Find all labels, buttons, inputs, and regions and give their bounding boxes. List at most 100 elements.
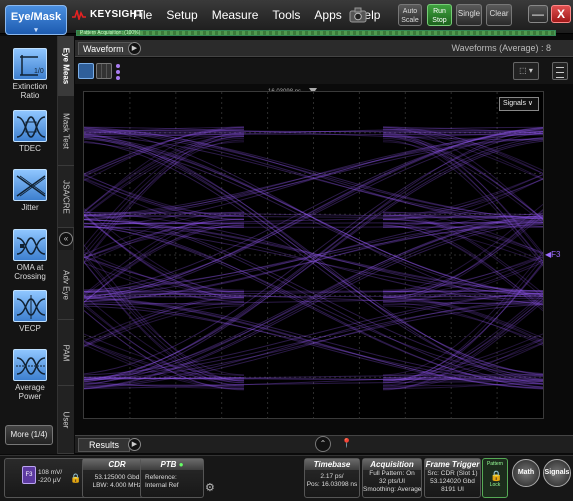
tdec-icon — [13, 110, 47, 142]
waveform-tab-label: Waveform — [83, 44, 124, 54]
ptb-status-led-icon: ● — [178, 460, 184, 469]
acquisition-progress-label: Pattern Acquisition: (100%) — [80, 30, 141, 36]
tab-user[interactable]: User — [58, 386, 74, 454]
gear-icon[interactable]: ⚙ — [205, 481, 215, 494]
tab-eye-meas-label: Eye Meas — [61, 47, 71, 84]
timebase-position: Pos: 16.03098 ns — [306, 481, 358, 488]
channel-offset: -220 µV — [38, 477, 61, 484]
tab-jsa-cre[interactable]: JSA/CRE — [58, 166, 74, 228]
pattern-lock-icon: 🔒 — [490, 471, 503, 482]
vecp-icon — [13, 290, 47, 322]
eye-diagram-display[interactable] — [0, 91, 573, 419]
pattern-lock-indicator[interactable]: Pattern 🔒 Lock — [482, 458, 508, 498]
waveform-header: Waveform ▶ Waveforms (Average) : 8 — [75, 40, 573, 57]
tab-mask-test[interactable]: Mask Test — [58, 96, 74, 166]
measure-oma-crossing[interactable]: OMA at Crossing — [4, 229, 56, 281]
frame-trigger-status-box[interactable]: Frame Trigger Src: CDR (Slot 1) 53.12402… — [424, 458, 481, 498]
tab-eye-meas[interactable]: Eye Meas — [58, 36, 74, 96]
f3-channel-marker[interactable]: ◀F3 — [545, 250, 561, 259]
jitter-label: Jitter — [21, 203, 39, 212]
channel-scale: 108 mV/ — [38, 469, 63, 476]
multi-grid-icon[interactable] — [96, 63, 112, 79]
ptb-status-box[interactable]: PTB ● Reference: Internal Ref — [140, 458, 204, 498]
average-power-label: Average Power — [15, 383, 45, 401]
measurement-sidebar: 1/0 Extinction Ratio TDEC Jitter OMA at … — [0, 36, 58, 454]
chevron-down-icon: ▾ — [34, 27, 38, 34]
measure-tdec[interactable]: TDEC — [4, 110, 56, 153]
tab-jsa-cre-label: JSA/CRE — [61, 179, 71, 214]
single-button[interactable]: Single — [456, 4, 482, 26]
measure-jitter[interactable]: Jitter — [4, 169, 56, 212]
more-label: More (1/4) — [10, 430, 48, 439]
tab-adv-eye-label: Adv Eye — [61, 269, 71, 300]
top-toolbar: Eye/Mask ▾ KEYSIGHT File Setup Measure T… — [0, 0, 573, 35]
close-icon: X — [556, 7, 565, 21]
timebase-scale: 2.17 ps/ — [320, 473, 344, 480]
math-button[interactable]: Math — [512, 459, 540, 487]
single-label: Single — [457, 9, 481, 18]
auto-scale-button[interactable]: Auto Scale — [398, 4, 422, 26]
auto-scale-label-1: Auto — [402, 8, 418, 15]
clear-button[interactable]: Clear — [486, 4, 512, 26]
chevron-down-icon: ∨ — [527, 100, 534, 107]
vecp-label: VECP — [19, 324, 41, 333]
collapse-panel-button[interactable]: « — [59, 232, 73, 246]
signals-label: Signals — [544, 469, 570, 476]
waveform-play-button[interactable]: ▶ — [128, 42, 141, 55]
pin-icon[interactable]: 📍 — [341, 438, 352, 449]
results-play-button[interactable]: ▶ — [128, 438, 141, 451]
tdec-label: TDEC — [19, 144, 41, 153]
ptb-reference-value: Internal Ref — [145, 482, 179, 489]
eye-mask-mode-button[interactable]: Eye/Mask ▾ — [5, 5, 67, 35]
frame-trigger-title: Frame Trigger — [425, 459, 480, 470]
channel-icon-text: F3 — [25, 472, 33, 478]
tab-results[interactable]: Results — [78, 438, 130, 452]
measure-extinction-ratio[interactable]: 1/0 Extinction Ratio — [4, 48, 56, 100]
acquisition-progress-bar — [76, 30, 556, 36]
eye-diagram-svg — [0, 92, 573, 418]
frame-trigger-source: Src: CDR (Slot 1) — [427, 470, 478, 477]
zoom-select-button[interactable]: ⬚ ▾ — [513, 62, 539, 80]
close-button[interactable]: X — [551, 5, 571, 23]
single-grid-icon[interactable] — [78, 63, 94, 79]
vertical-tab-strip: Eye Meas Mask Test JSA/CRE « Adv Eye PAM… — [58, 36, 74, 454]
average-power-icon — [13, 349, 47, 381]
timebase-title: Timebase — [305, 459, 359, 470]
waveform-toolbar — [75, 58, 573, 84]
signals-button[interactable]: Signals — [543, 459, 571, 487]
menu-apps[interactable]: Apps — [314, 8, 341, 22]
acquisition-title: Acquisition — [363, 459, 421, 470]
auto-scale-label-2: Scale — [401, 17, 419, 24]
lock-icon: 🔒 — [70, 473, 82, 483]
tab-waveform[interactable]: Waveform — [78, 42, 132, 55]
timebase-status-box[interactable]: Timebase 2.17 ps/ Pos: 16.03098 ns — [304, 458, 360, 498]
minimize-button[interactable]: — — [528, 5, 548, 23]
extinction-ratio-value: 1/0 — [34, 68, 44, 75]
eye-mask-mode-label: Eye/Mask — [10, 11, 62, 23]
hamburger-menu-icon[interactable] — [552, 62, 568, 80]
channel-values: 108 mV/ -220 µV — [38, 469, 62, 485]
menu-tools[interactable]: Tools — [272, 8, 300, 22]
acquisition-status-box[interactable]: Acquisition Full Pattern: On 32 pts/UI S… — [362, 458, 422, 498]
run-stop-button[interactable]: Run Stop — [427, 4, 452, 26]
measure-average-power[interactable]: Average Power — [4, 349, 56, 401]
signal-dots-icon[interactable] — [116, 64, 120, 82]
expand-results-button[interactable]: ⌃ — [315, 436, 331, 452]
measure-vecp[interactable]: VECP — [4, 290, 56, 333]
results-bar: Results ▶ ⌃ 📍 — [75, 435, 573, 453]
channel-f3-icon[interactable]: F3 — [22, 466, 36, 484]
camera-icon[interactable] — [349, 7, 367, 23]
menu-setup[interactable]: Setup — [166, 8, 197, 22]
extinction-ratio-icon: 1/0 — [13, 48, 47, 80]
acquisition-smoothing: Smoothing: Average — [363, 486, 422, 493]
oma-crossing-icon — [13, 229, 47, 261]
run-stop-label-1: Run — [433, 8, 446, 15]
more-measurements-button[interactable]: More (1/4) — [5, 425, 53, 445]
tab-adv-eye[interactable]: Adv Eye — [58, 250, 74, 320]
math-label: Math — [517, 469, 535, 476]
signals-dropdown[interactable]: Signals ∨ — [499, 97, 539, 111]
extinction-ratio-label: Extinction Ratio — [12, 82, 48, 100]
menu-file[interactable]: File — [133, 8, 152, 22]
tab-pam[interactable]: PAM — [58, 320, 74, 386]
menu-measure[interactable]: Measure — [212, 8, 259, 22]
